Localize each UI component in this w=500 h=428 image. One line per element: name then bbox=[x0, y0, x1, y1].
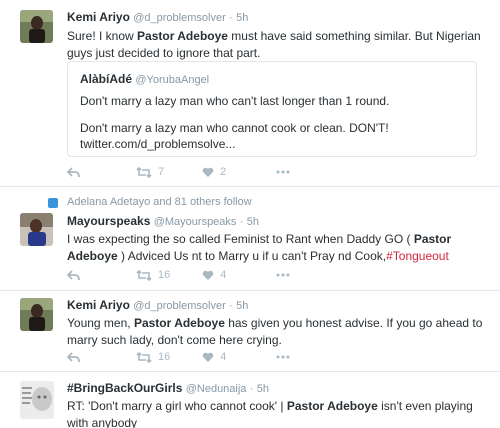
display-name[interactable]: Mayourspeaks bbox=[67, 214, 150, 228]
timestamp[interactable]: 5h bbox=[236, 12, 248, 24]
separator-dot: · bbox=[239, 216, 244, 228]
timestamp[interactable]: 5h bbox=[236, 300, 248, 312]
avatar[interactable] bbox=[20, 213, 53, 246]
tweet-actions: 16 4 bbox=[67, 267, 290, 283]
reply-icon bbox=[67, 166, 80, 177]
highlight-term: Pastor Adeboye bbox=[286, 399, 378, 413]
avatar[interactable] bbox=[20, 381, 54, 419]
tweet-4[interactable]: #BringBackOurGirls @Nedunaija · 5h RT: '… bbox=[0, 372, 500, 428]
user-handle[interactable]: @d_problemsolver bbox=[133, 300, 226, 312]
display-name[interactable]: Kemi Ariyo bbox=[67, 298, 130, 312]
tweet-header: Mayourspeaks @Mayourspeaks · 5h bbox=[67, 213, 484, 230]
user-handle[interactable]: @Mayourspeaks bbox=[154, 216, 237, 228]
more-button[interactable] bbox=[276, 273, 290, 277]
like-count: 4 bbox=[220, 269, 227, 281]
like-count: 2 bbox=[220, 166, 227, 178]
more-button[interactable] bbox=[276, 170, 290, 174]
reply-button[interactable] bbox=[67, 351, 80, 363]
text-segment: RT: 'Don't marry a girl who cannot cook'… bbox=[67, 399, 287, 413]
user-handle[interactable]: @d_problemsolver bbox=[133, 12, 226, 24]
retweet-count: 16 bbox=[158, 351, 171, 363]
timestamp[interactable]: 5h bbox=[257, 383, 269, 395]
like-button[interactable]: 4 bbox=[202, 351, 226, 363]
follow-context-text[interactable]: Adelana Adetayo and 81 others follow bbox=[67, 196, 252, 208]
quoted-display-name: AlàbíAdé bbox=[80, 72, 133, 86]
reply-button[interactable] bbox=[67, 269, 80, 281]
tweet-header: Kemi Ariyo @d_problemsolver · 5h bbox=[67, 297, 484, 314]
heart-icon bbox=[202, 167, 214, 177]
text-segment: I was expecting the so called Feminist t… bbox=[67, 232, 414, 246]
reply-icon bbox=[67, 269, 80, 280]
reply-button[interactable] bbox=[67, 166, 80, 178]
avatar[interactable] bbox=[20, 10, 53, 43]
tweet-text: Sure! I know Pastor Adeboye must have sa… bbox=[67, 28, 484, 62]
more-button[interactable] bbox=[276, 355, 290, 359]
tweet-header: Kemi Ariyo @d_problemsolver · 5h bbox=[67, 9, 484, 26]
tweet-3[interactable]: Kemi Ariyo @d_problemsolver · 5h Young m… bbox=[0, 291, 500, 372]
separator-dot: · bbox=[229, 300, 233, 312]
retweet-icon bbox=[136, 269, 152, 281]
text-segment: Sure! I know bbox=[67, 29, 138, 43]
quoted-line-2: Don't marry a lazy man who cannot cook o… bbox=[80, 121, 389, 135]
avatar[interactable] bbox=[20, 298, 53, 331]
tweet-actions: 16 4 bbox=[67, 349, 290, 365]
more-icon bbox=[276, 273, 290, 277]
display-name[interactable]: #BringBackOurGirls bbox=[67, 381, 182, 395]
more-icon bbox=[276, 355, 290, 359]
timestamp[interactable]: 5h bbox=[247, 216, 259, 228]
retweet-button[interactable]: 7 bbox=[136, 166, 164, 178]
display-name[interactable]: Kemi Ariyo bbox=[67, 10, 130, 24]
hashtag-link[interactable]: #Tongueout bbox=[386, 249, 449, 263]
heart-icon bbox=[202, 352, 214, 362]
more-icon bbox=[276, 170, 290, 174]
like-count: 4 bbox=[220, 351, 227, 363]
retweet-icon bbox=[136, 166, 152, 178]
retweet-count: 7 bbox=[158, 166, 165, 178]
quoted-link[interactable]: twitter.com/d_problemsolve... bbox=[80, 136, 235, 153]
like-button[interactable]: 2 bbox=[202, 166, 226, 178]
text-segment: ) Adviced Us nt to Marry u if u can't Pr… bbox=[117, 249, 387, 263]
retweet-count: 16 bbox=[158, 269, 171, 281]
tweet-text: Young men, Pastor Adeboye has given you … bbox=[67, 315, 484, 349]
quoted-tweet[interactable]: AlàbíAdé @YorubaAngel Don't marry a lazy… bbox=[67, 61, 477, 157]
retweet-icon bbox=[136, 351, 152, 363]
tweet-1[interactable]: Kemi Ariyo @d_problemsolver · 5h Sure! I… bbox=[0, 0, 500, 187]
follow-context-icon bbox=[48, 198, 58, 208]
separator-dot: · bbox=[229, 12, 233, 24]
highlight-term: Pastor Adeboye bbox=[133, 316, 225, 330]
tweet-actions: 7 2 bbox=[67, 164, 290, 180]
user-handle[interactable]: @Nedunaija bbox=[186, 383, 247, 395]
separator-dot: · bbox=[249, 383, 254, 395]
like-button[interactable]: 4 bbox=[202, 269, 226, 281]
tweet-text: RT: 'Don't marry a girl who cannot cook'… bbox=[67, 398, 484, 428]
tweet-2[interactable]: Adelana Adetayo and 81 others follow May… bbox=[0, 187, 500, 291]
heart-icon bbox=[202, 270, 214, 280]
quoted-line-1: Don't marry a lazy man who can't last lo… bbox=[80, 94, 390, 108]
tweet-header: #BringBackOurGirls @Nedunaija · 5h bbox=[67, 380, 484, 397]
highlight-term: Pastor Adeboye bbox=[137, 29, 228, 43]
retweet-button[interactable]: 16 bbox=[136, 269, 170, 281]
timeline-feed: Kemi Ariyo @d_problemsolver · 5h Sure! I… bbox=[0, 0, 500, 428]
reply-icon bbox=[67, 351, 80, 362]
text-segment: Young men, bbox=[67, 316, 134, 330]
retweet-button[interactable]: 16 bbox=[136, 351, 170, 363]
quoted-handle: @YorubaAngel bbox=[135, 74, 210, 86]
tweet-text: I was expecting the so called Feminist t… bbox=[67, 231, 484, 265]
